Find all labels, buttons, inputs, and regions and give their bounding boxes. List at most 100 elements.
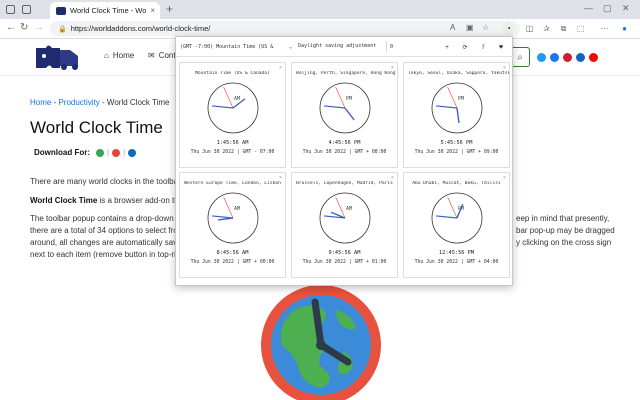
chevron-down-icon: ⌄ xyxy=(288,44,292,50)
facebook-icon[interactable] xyxy=(550,53,559,62)
date-gmt-offset: Thu Jun 30 2022 | GMT + 00:00 xyxy=(190,260,275,265)
menu-icon[interactable]: ⋯ xyxy=(598,22,611,35)
digital-time: 4:45:56 PM xyxy=(328,140,361,146)
details-line: y clicking on the cross sign xyxy=(516,238,612,247)
date-gmt-offset: Thu Jun 30 2022 | GMT + 09:00 xyxy=(414,150,499,155)
youtube-icon[interactable] xyxy=(589,53,598,62)
collections-icon[interactable]: ⧉ xyxy=(557,22,570,35)
digital-time: 12:45:56 PM xyxy=(438,250,475,256)
new-tab-button[interactable]: + xyxy=(166,2,173,16)
timezone-select[interactable]: (GMT -7:00) Mountain Time (US & ⌄ xyxy=(180,41,292,53)
pinterest-icon[interactable] xyxy=(563,53,572,62)
help-button[interactable]: ? xyxy=(476,41,490,53)
analog-clock-face: AM xyxy=(207,82,259,134)
details-line: The toolbar popup contains a drop-down m… xyxy=(30,214,196,223)
world-clock-extension-icon[interactable]: ◔ xyxy=(502,22,515,35)
nav-contact-label: Cont xyxy=(158,51,176,60)
digital-time: 9:45:56 AM xyxy=(328,250,361,256)
date-gmt-offset: Thu Jun 30 2022 | GMT + 01:00 xyxy=(302,260,387,265)
copilot-icon[interactable]: ● xyxy=(618,22,631,35)
addon-name: World Clock Time xyxy=(30,196,98,205)
am-pm-label: PM xyxy=(458,96,464,102)
refresh-icon[interactable]: ↻ xyxy=(20,22,28,33)
image-icon[interactable]: ▣ xyxy=(466,23,474,32)
favorite-button[interactable]: ♥ xyxy=(494,41,508,53)
analog-clock-face: PM xyxy=(319,82,371,134)
analog-clock-face: PM xyxy=(431,82,483,134)
clock-card[interactable]: × Mountain Time (US & Canada) AM 1:45:56 AM… xyxy=(179,62,286,168)
browser-tab[interactable]: World Clock Time - WorldAdd × xyxy=(50,2,160,19)
site-logo[interactable] xyxy=(34,42,84,72)
firefox-icon[interactable] xyxy=(112,148,121,157)
chrome-icon[interactable] xyxy=(96,148,104,157)
details-line: eep in mind that presently, xyxy=(516,214,610,223)
analog-clock-face: AM xyxy=(319,192,371,244)
reddit-icon[interactable] xyxy=(576,53,585,62)
split-screen-icon[interactable]: ◫ xyxy=(523,22,536,35)
dst-label: Daylight saving adjustment xyxy=(298,43,377,49)
date-gmt-offset: Thu Jun 30 2022 | GMT - 07:00 xyxy=(190,150,275,155)
clock-location: Western Europe Time, London, Lisbon xyxy=(184,181,281,186)
nav-home-link[interactable]: ⌂ Home xyxy=(104,51,134,60)
details-line: bar pop-up may be dragged xyxy=(516,226,615,235)
am-pm-label: AM xyxy=(346,206,352,212)
world-clock-popup: (GMT -7:00) Mountain Time (US & ⌄ Daylig… xyxy=(175,36,514,286)
lock-icon: 🔒 xyxy=(58,25,67,33)
home-icon: ⌂ xyxy=(104,51,109,60)
favorites-icon[interactable]: ✰ xyxy=(540,22,553,35)
am-pm-label: AM xyxy=(234,206,240,212)
details-paragraph: The toolbar popup contains a drop-down m… xyxy=(30,213,198,261)
timezone-selected: (GMT -7:00) Mountain Time (US & xyxy=(180,44,274,50)
sidebar-toggle-icon[interactable] xyxy=(6,5,15,14)
add-clock-button[interactable]: + xyxy=(440,41,454,53)
breadcrumb: Home - Productivity - World Clock Time xyxy=(30,98,169,107)
forward-icon[interactable]: → xyxy=(34,22,44,33)
download-label: Download For: xyxy=(34,148,90,157)
download-for: Download For: | | xyxy=(34,148,137,157)
extensions-icon[interactable]: ⬚ xyxy=(574,22,587,35)
clock-location: Mountain Time (US & Canada) xyxy=(195,71,270,76)
breadcrumb-current: - World Clock Time xyxy=(99,98,170,107)
edge-icon[interactable] xyxy=(128,148,137,157)
dst-value: 0 xyxy=(390,44,394,50)
maximize-icon[interactable]: ▢ xyxy=(603,3,612,14)
back-icon[interactable]: ← xyxy=(6,22,16,33)
refresh-button[interactable]: ⟳ xyxy=(458,41,472,53)
close-tab-button[interactable]: × xyxy=(150,6,160,15)
close-window-icon[interactable]: ✕ xyxy=(622,3,630,14)
details-line: next to each item (remove button in top-… xyxy=(30,250,194,259)
am-pm-label: PM xyxy=(346,96,352,102)
clock-location: Brussels, Copenhagen, Madrid, Paris xyxy=(296,181,393,186)
clock-card[interactable]: × Tokyo, Seoul, Osaka, Sapporo, Yakutsk PM… xyxy=(403,62,510,168)
digital-time: 1:45:56 AM xyxy=(216,140,249,146)
url-text: https://worldaddons.com/world-clock-time… xyxy=(70,24,211,33)
date-gmt-offset: Thu Jun 30 2022 | GMT + 04:00 xyxy=(414,260,499,265)
mail-icon: ✉ xyxy=(148,51,155,60)
clock-card[interactable]: × Brussels, Copenhagen, Madrid, Paris AM 9:… xyxy=(291,172,398,278)
favorite-star-icon[interactable]: ☆ xyxy=(482,23,489,32)
clock-grid: × Mountain Time (US & Canada) AM 1:45:56 AM… xyxy=(179,62,511,278)
page-title: World Clock Time xyxy=(30,118,163,137)
twitter-icon[interactable] xyxy=(537,53,546,62)
details-line: around, all changes are automatically sa… xyxy=(30,238,195,247)
clock-card[interactable]: × Western Europe Time, London, Lisbon AM 8:… xyxy=(179,172,286,278)
nav-contact-link[interactable]: ✉ Cont xyxy=(148,51,176,60)
breadcrumb-category[interactable]: Productivity xyxy=(58,98,99,107)
clock-location: Beijing, Perth, Singapore, Hong Kong xyxy=(296,71,396,76)
details-paragraph-right: eep in mind that presently, bar pop-up m… xyxy=(516,213,615,249)
analog-clock-face: AM xyxy=(207,192,259,244)
tab-title: World Clock Time - WorldAdd xyxy=(70,6,147,15)
clock-location: Tokyo, Seoul, Osaka, Sapporo, Yakutsk xyxy=(408,71,509,76)
browser-tab-bar: World Clock Time - WorldAdd × + — ▢ ✕ xyxy=(0,0,640,19)
minimize-icon[interactable]: — xyxy=(584,3,593,13)
tab-actions-icon[interactable] xyxy=(22,5,31,14)
description-paragraph: World Clock Time is a browser add-on tha… xyxy=(30,195,196,207)
breadcrumb-home[interactable]: Home xyxy=(30,98,51,107)
am-pm-label: AM xyxy=(234,96,240,102)
read-aloud-icon[interactable]: A xyxy=(450,23,455,32)
world-clock-illustration xyxy=(261,285,381,400)
clock-card[interactable]: ×Abu Dhabi, Muscat, Baku, TbilisiPM12:45… xyxy=(403,172,510,278)
clock-card[interactable]: × Beijing, Perth, Singapore, Hong Kong PM 4… xyxy=(291,62,398,168)
date-gmt-offset: Thu Jun 30 2022 | GMT + 08:00 xyxy=(302,150,387,155)
dst-input[interactable]: 0 xyxy=(386,41,436,53)
